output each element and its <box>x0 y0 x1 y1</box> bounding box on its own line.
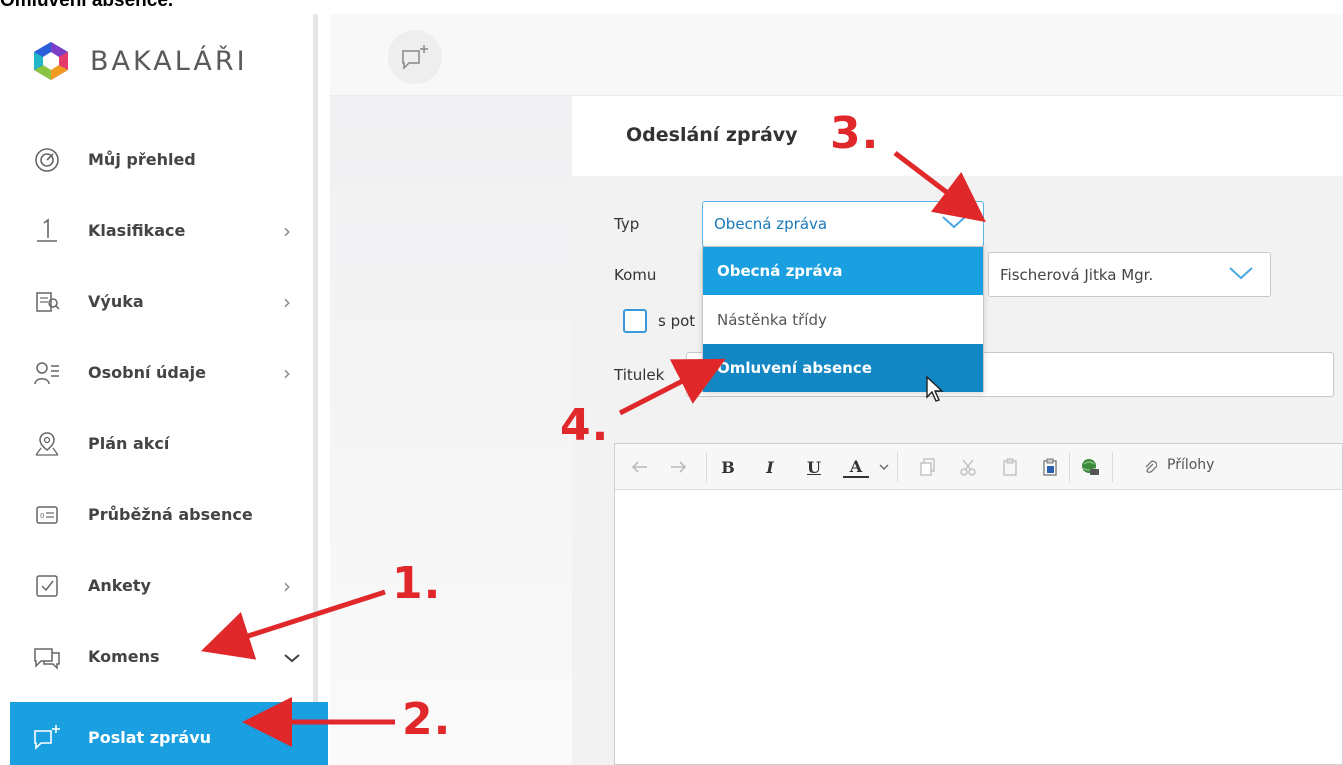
id-card-icon: 0 <box>30 500 64 530</box>
paperclip-icon[interactable] <box>1141 456 1159 478</box>
sidebar-item-prubezna-absence[interactable]: 0 Průběžná absence <box>0 479 318 550</box>
person-icon <box>30 358 64 388</box>
new-message-button[interactable] <box>388 30 442 84</box>
bakalari-logo-icon <box>34 42 68 80</box>
sidebar-item-label: Klasifikace <box>88 221 186 240</box>
sidebar-item-label: Můj přehled <box>88 150 196 169</box>
dropdown-option-nastenka-tridy[interactable]: Nástěnka třídy <box>703 296 983 344</box>
sidebar-item-plan-akci[interactable]: Plán akcí <box>0 408 318 479</box>
underline-button[interactable]: U <box>801 456 827 478</box>
sidebar-item-muj-prehled[interactable]: Můj přehled <box>0 124 318 195</box>
chevron-right-icon: › <box>283 218 291 243</box>
paste-from-word-icon[interactable] <box>1039 456 1061 478</box>
chevron-down-icon[interactable] <box>877 456 891 478</box>
recipient-select[interactable]: Fischerová Jitka Mgr. <box>988 252 1271 297</box>
svg-text:0: 0 <box>40 512 44 520</box>
recipient-select-value: Fischerová Jitka Mgr. <box>1000 265 1154 284</box>
annotation-step-3: 3. <box>830 108 880 159</box>
mouse-cursor-icon <box>926 375 944 402</box>
sidebar: BAKALÁŘI Můj přehled Klasifikace › Výuka… <box>0 14 330 765</box>
sidebar-item-label: Plán akcí <box>88 434 170 453</box>
italic-button[interactable]: I <box>757 456 783 478</box>
chevron-down-icon <box>1228 266 1254 284</box>
title-label: Titulek <box>614 366 665 384</box>
bold-button[interactable]: B <box>715 456 741 478</box>
toolbar-separator <box>706 452 707 482</box>
annotation-step-1: 1. <box>392 558 442 609</box>
checkbox-icon <box>30 571 64 601</box>
caption-text: Omluvení absence. <box>0 0 174 11</box>
sidebar-item-label: Komens <box>88 647 160 666</box>
editor-toolbar: B I U A Přílohy <box>615 444 1342 490</box>
map-pin-icon <box>30 429 64 459</box>
to-label: Komu <box>614 266 657 284</box>
confirm-checkbox-label: s pot <box>658 312 696 330</box>
sidebar-item-label: Poslat zprávu <box>88 727 212 747</box>
font-color-button[interactable]: A <box>843 456 869 478</box>
sidebar-item-label: Ankety <box>88 576 151 595</box>
main-background <box>330 96 572 765</box>
sidebar-item-poslat-zpravu[interactable]: Poslat zprávu <box>10 702 328 765</box>
undo-icon[interactable] <box>629 456 651 478</box>
sidebar-item-label: Výuka <box>88 292 144 311</box>
sidebar-item-ankety[interactable]: Ankety › <box>0 550 318 621</box>
app-logo[interactable]: BAKALÁŘI <box>30 40 248 82</box>
message-editor[interactable]: B I U A Přílohy <box>614 443 1343 765</box>
sidebar-item-komens[interactable]: Komens <box>0 621 318 692</box>
panel-header: Odeslání zprávy <box>572 96 1343 176</box>
annotation-step-4: 4. <box>560 400 610 451</box>
sidebar-nav: Můj přehled Klasifikace › Výuka › Osobní… <box>0 124 318 692</box>
sidebar-item-osobni-udaje[interactable]: Osobní údaje › <box>0 337 318 408</box>
toolbar-separator <box>1112 452 1113 482</box>
annotation-step-2: 2. <box>402 694 452 745</box>
attachments-button[interactable]: Přílohy <box>1167 457 1214 473</box>
dropdown-option-obecna-zprava[interactable]: Obecná zpráva <box>703 247 983 295</box>
type-dropdown-menu: Obecná zpráva Nástěnka třídy Omluvení ab… <box>702 246 984 392</box>
chevron-right-icon: › <box>283 573 291 598</box>
sidebar-item-label: Osobní údaje <box>88 363 206 382</box>
type-select-value: Obecná zpráva <box>714 215 828 233</box>
redo-icon[interactable] <box>667 456 689 478</box>
logo-text: BAKALÁŘI <box>90 45 248 77</box>
toolbar-separator <box>1069 452 1070 482</box>
page-title: Odeslání zprávy <box>626 124 798 146</box>
chevron-right-icon: › <box>283 360 291 385</box>
main-header <box>330 14 1343 96</box>
copy-icon[interactable] <box>917 456 939 478</box>
type-select[interactable]: Obecná zpráva <box>702 201 984 247</box>
type-label: Typ <box>614 215 640 233</box>
chat-icon <box>30 642 64 672</box>
sidebar-item-klasifikace[interactable]: Klasifikace › <box>0 195 318 266</box>
paste-icon[interactable] <box>999 456 1021 478</box>
dashboard-icon <box>30 145 64 175</box>
insert-link-icon[interactable] <box>1079 456 1101 478</box>
chevron-down-icon <box>283 645 301 669</box>
toolbar-separator <box>897 452 898 482</box>
new-message-icon <box>402 45 428 70</box>
grade-icon <box>30 216 64 246</box>
cut-icon[interactable] <box>957 456 979 478</box>
chevron-down-icon <box>941 215 967 233</box>
sidebar-item-label: Průběžná absence <box>88 505 253 524</box>
confirm-checkbox[interactable] <box>623 309 647 333</box>
book-icon <box>30 287 64 317</box>
sidebar-item-vyuka[interactable]: Výuka › <box>0 266 318 337</box>
chevron-right-icon: › <box>283 289 291 314</box>
new-message-icon <box>30 722 64 752</box>
